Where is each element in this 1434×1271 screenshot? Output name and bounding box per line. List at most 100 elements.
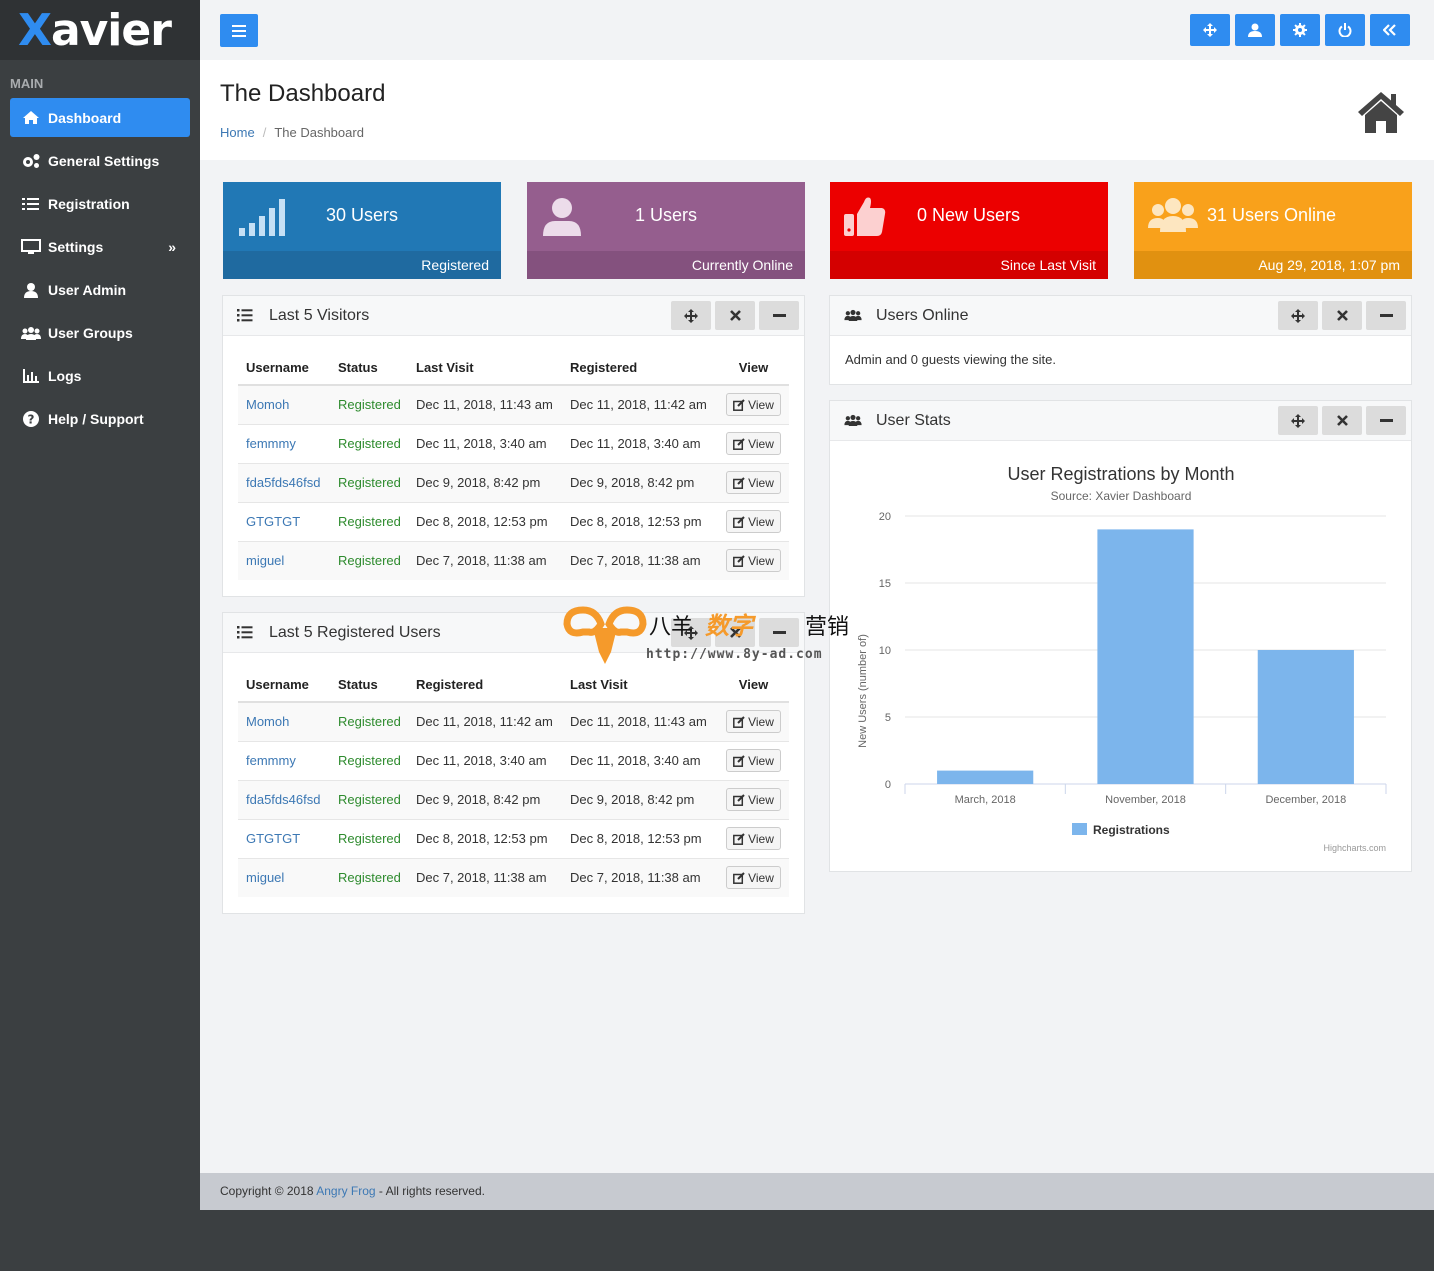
hamburger-icon [232,24,246,37]
view-button[interactable]: View [726,432,781,455]
view-cell: View [718,740,789,780]
status-text: Registered [330,501,408,541]
sidebar: Xavier MAIN Dashboard General Settings R… [0,0,200,1271]
username-link[interactable]: fda5fds46fsd [238,462,330,502]
close-button[interactable] [1322,406,1362,435]
stat-value: 0 New Users [917,205,1021,225]
user-stats-panel: User Stats User Registrations by Month S… [829,400,1412,872]
minimize-button[interactable] [1366,406,1406,435]
minimize-button[interactable] [759,618,799,647]
settings-button[interactable] [1280,14,1320,46]
edit-icon [733,832,745,845]
view-button[interactable]: View [726,549,781,573]
sidebar-item-settings[interactable]: Settings » [10,227,190,266]
y-tick-label: 5 [885,712,891,724]
legend-label[interactable]: Registrations [1093,823,1170,837]
home-icon [20,109,42,127]
bar[interactable] [937,770,1034,784]
close-icon [729,627,741,638]
minus-icon [1379,314,1393,317]
visitors-panel: Last 5 Visitors Username Status Last Vis… [222,295,805,597]
username-link[interactable]: GTGTGT [238,818,330,858]
view-button[interactable]: View [726,866,781,890]
collapse-button[interactable] [1370,14,1410,46]
footer-company-link[interactable]: Angry Frog [316,1184,375,1198]
date-cell: Dec 8, 2018, 12:53 pm [408,501,562,541]
y-tick-label: 15 [879,578,891,590]
users-online-text: Admin and 0 guests viewing the site. [845,352,1057,367]
column-header: Username [238,350,330,386]
breadcrumb-home-link[interactable]: Home [220,125,255,140]
edit-icon [733,515,745,528]
page-header: The Dashboard Home / The Dashboard [200,60,1434,160]
view-cell: View [718,779,789,819]
edit-icon [733,754,745,767]
move-icon [1291,413,1305,428]
sidebar-item-dashboard[interactable]: Dashboard [10,98,190,137]
view-button[interactable]: View [726,471,781,494]
stat-value: 30 Users [326,205,399,225]
bar[interactable] [1097,529,1194,784]
username-link[interactable]: femmmy [238,740,330,780]
username-link[interactable]: fda5fds46fsd [238,779,330,819]
edit-icon [733,555,745,567]
minimize-button[interactable] [1366,301,1406,330]
table-row: Momoh Registered Dec 11, 2018, 11:42 am Dec… [238,701,789,741]
edit-icon [733,793,745,806]
sidebar-item-user-groups[interactable]: User Groups [10,313,190,352]
view-cell: View [718,384,789,424]
close-button[interactable] [715,618,755,647]
sidebar-item-registration[interactable]: Registration [10,184,190,223]
column-header: Username [238,667,330,703]
username-link[interactable]: Momoh [238,384,330,424]
edit-icon [733,872,745,884]
chart-credits[interactable]: Highcharts.com [1323,843,1386,853]
sidebar-item-logs[interactable]: Logs [10,356,190,395]
username-link[interactable]: femmmy [238,423,330,463]
move-button[interactable] [671,618,711,647]
close-button[interactable] [1322,301,1362,330]
sidebar-item-help-support[interactable]: ? Help / Support [10,399,190,438]
logout-button[interactable] [1325,14,1365,46]
username-link[interactable]: GTGTGT [238,501,330,541]
logo[interactable]: Xavier [0,0,200,60]
user-icon [541,196,583,241]
status-text: Registered [330,857,408,897]
table-row: femmmy Registered Dec 11, 2018, 3:40 am Dec… [238,740,789,780]
view-label: View [748,792,774,807]
edit-icon [733,399,745,411]
panel-title: Users Online [876,307,969,324]
close-button[interactable] [715,301,755,330]
view-button[interactable]: View [726,710,781,734]
username-link[interactable]: miguel [238,540,330,580]
move-button[interactable] [671,301,711,330]
username-link[interactable]: Momoh [238,701,330,741]
y-tick-label: 10 [879,645,891,657]
username-link[interactable]: miguel [238,857,330,897]
view-label: View [748,397,774,412]
move-button[interactable] [1190,14,1230,46]
profile-button[interactable] [1235,14,1275,46]
view-button[interactable]: View [726,788,781,811]
view-button[interactable]: View [726,827,781,850]
double-chevron-left-icon [1383,24,1396,36]
column-header: Last Visit [408,350,562,386]
bar[interactable] [1257,650,1354,784]
sidebar-item-general-settings[interactable]: General Settings [10,141,190,180]
legend-swatch[interactable] [1072,823,1087,835]
date-cell: Dec 11, 2018, 3:40 am [408,423,562,463]
minimize-button[interactable] [759,301,799,330]
logo-x: X [18,4,52,56]
menu-toggle-button[interactable] [220,14,258,47]
view-button[interactable]: View [726,393,781,417]
status-text: Registered [330,779,408,819]
view-button[interactable]: View [726,749,781,772]
close-icon [729,310,741,321]
user-icon [20,281,42,299]
move-button[interactable] [1278,301,1318,330]
sidebar-item-user-admin[interactable]: User Admin [10,270,190,309]
move-button[interactable] [1278,406,1318,435]
date-cell: Dec 7, 2018, 11:38 am [408,857,562,897]
view-button[interactable]: View [726,510,781,533]
sidebar-item-label: Dashboard [48,109,122,126]
